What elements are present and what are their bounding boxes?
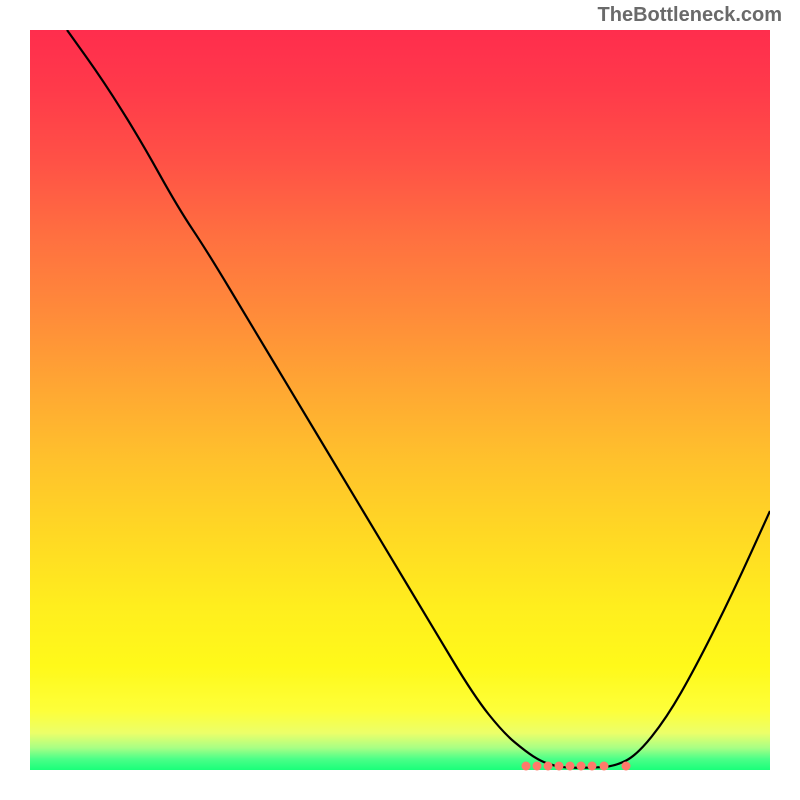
- bottleneck-curve-line: [67, 30, 770, 768]
- highlight-marker: [599, 761, 608, 770]
- chart-svg: [30, 30, 770, 770]
- highlight-marker: [521, 761, 530, 770]
- highlight-marker: [566, 761, 575, 770]
- highlight-marker: [577, 761, 586, 770]
- highlight-marker: [621, 761, 630, 770]
- highlight-marker: [555, 761, 564, 770]
- highlight-marker: [588, 761, 597, 770]
- highlight-marker: [532, 761, 541, 770]
- highlight-marker: [544, 761, 553, 770]
- watermark-text: TheBottleneck.com: [598, 4, 782, 27]
